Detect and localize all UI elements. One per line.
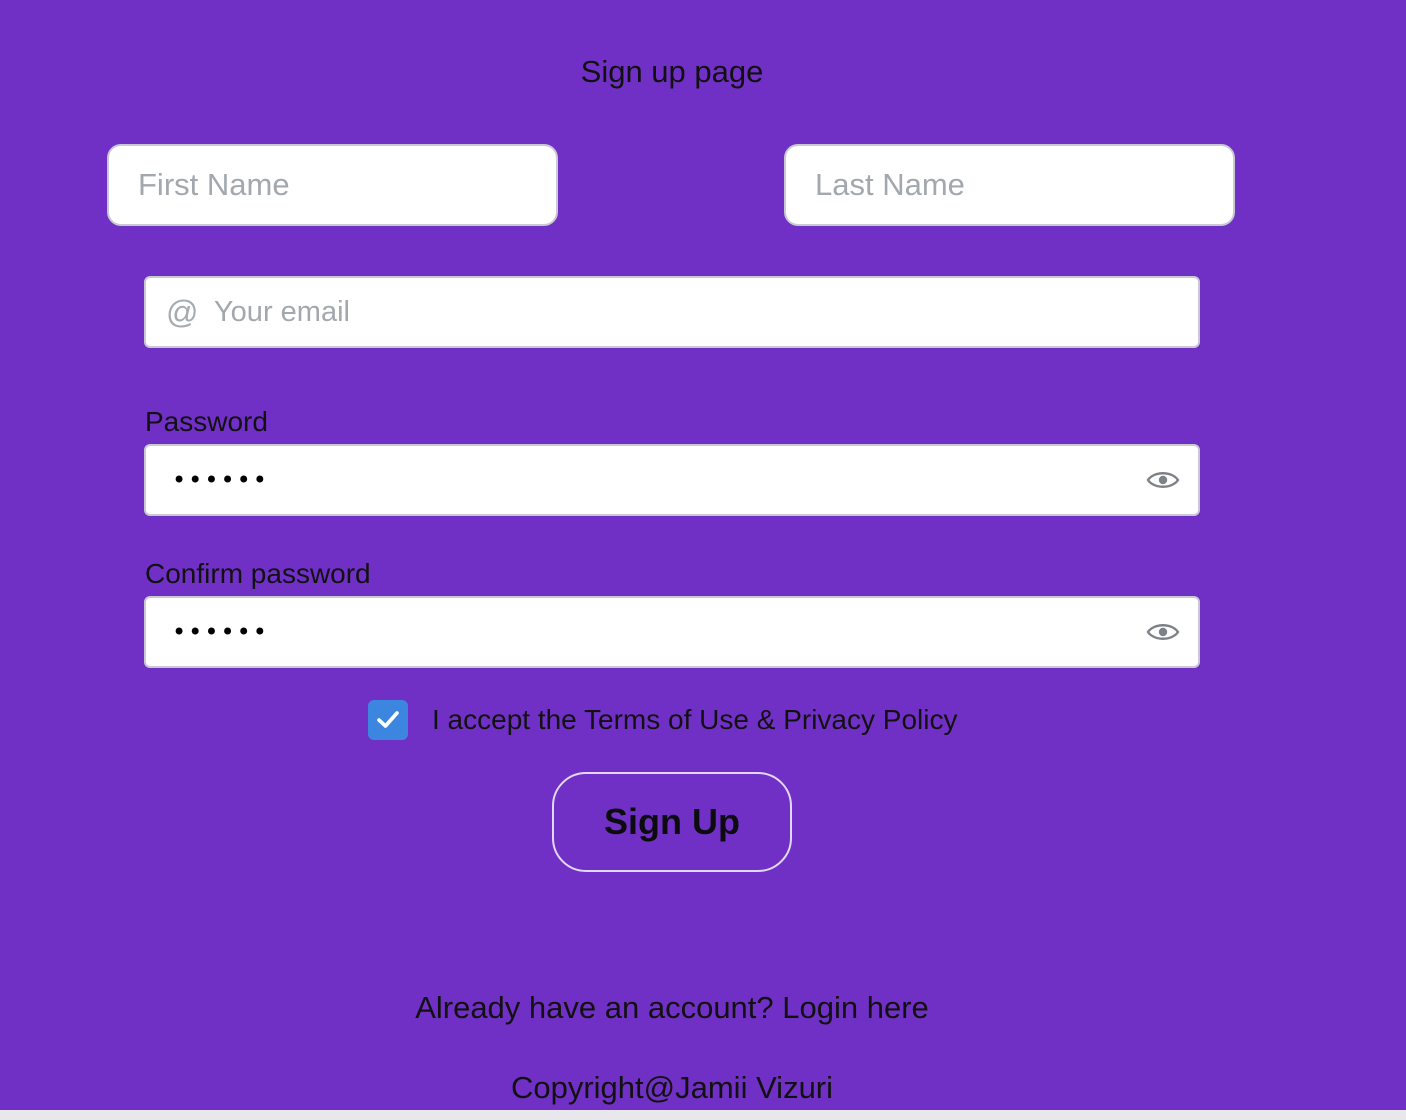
login-link[interactable]: Login here [782,990,929,1025]
confirm-password-input[interactable] [172,598,1132,666]
login-prompt-line: Already have an account? Login here [0,988,1344,1028]
eye-icon[interactable] [1146,620,1180,644]
password-label: Password [145,406,268,437]
page-title: Sign up page [580,54,764,89]
terms-label: I accept the Terms of Use & Privacy Poli… [432,704,958,735]
terms-checkbox[interactable] [368,700,408,740]
password-field[interactable] [144,444,1200,516]
bottom-scrollbar-strip [0,1110,1406,1120]
copyright-text: Copyright@Jamii Vizuri [510,1070,834,1105]
password-input[interactable] [172,446,1132,514]
last-name-input[interactable] [784,144,1235,226]
email-field[interactable]: @ [144,276,1200,348]
at-sign-icon: @ [166,294,199,330]
email-input[interactable] [214,278,1174,346]
checkmark-icon [377,711,399,728]
confirm-password-field[interactable] [144,596,1200,668]
sign-up-button[interactable]: Sign Up [552,772,792,872]
confirm-password-label: Confirm password [145,558,371,589]
login-prompt-text: Already have an account? [415,990,774,1025]
eye-icon[interactable] [1146,468,1180,492]
first-name-input[interactable] [107,144,558,226]
